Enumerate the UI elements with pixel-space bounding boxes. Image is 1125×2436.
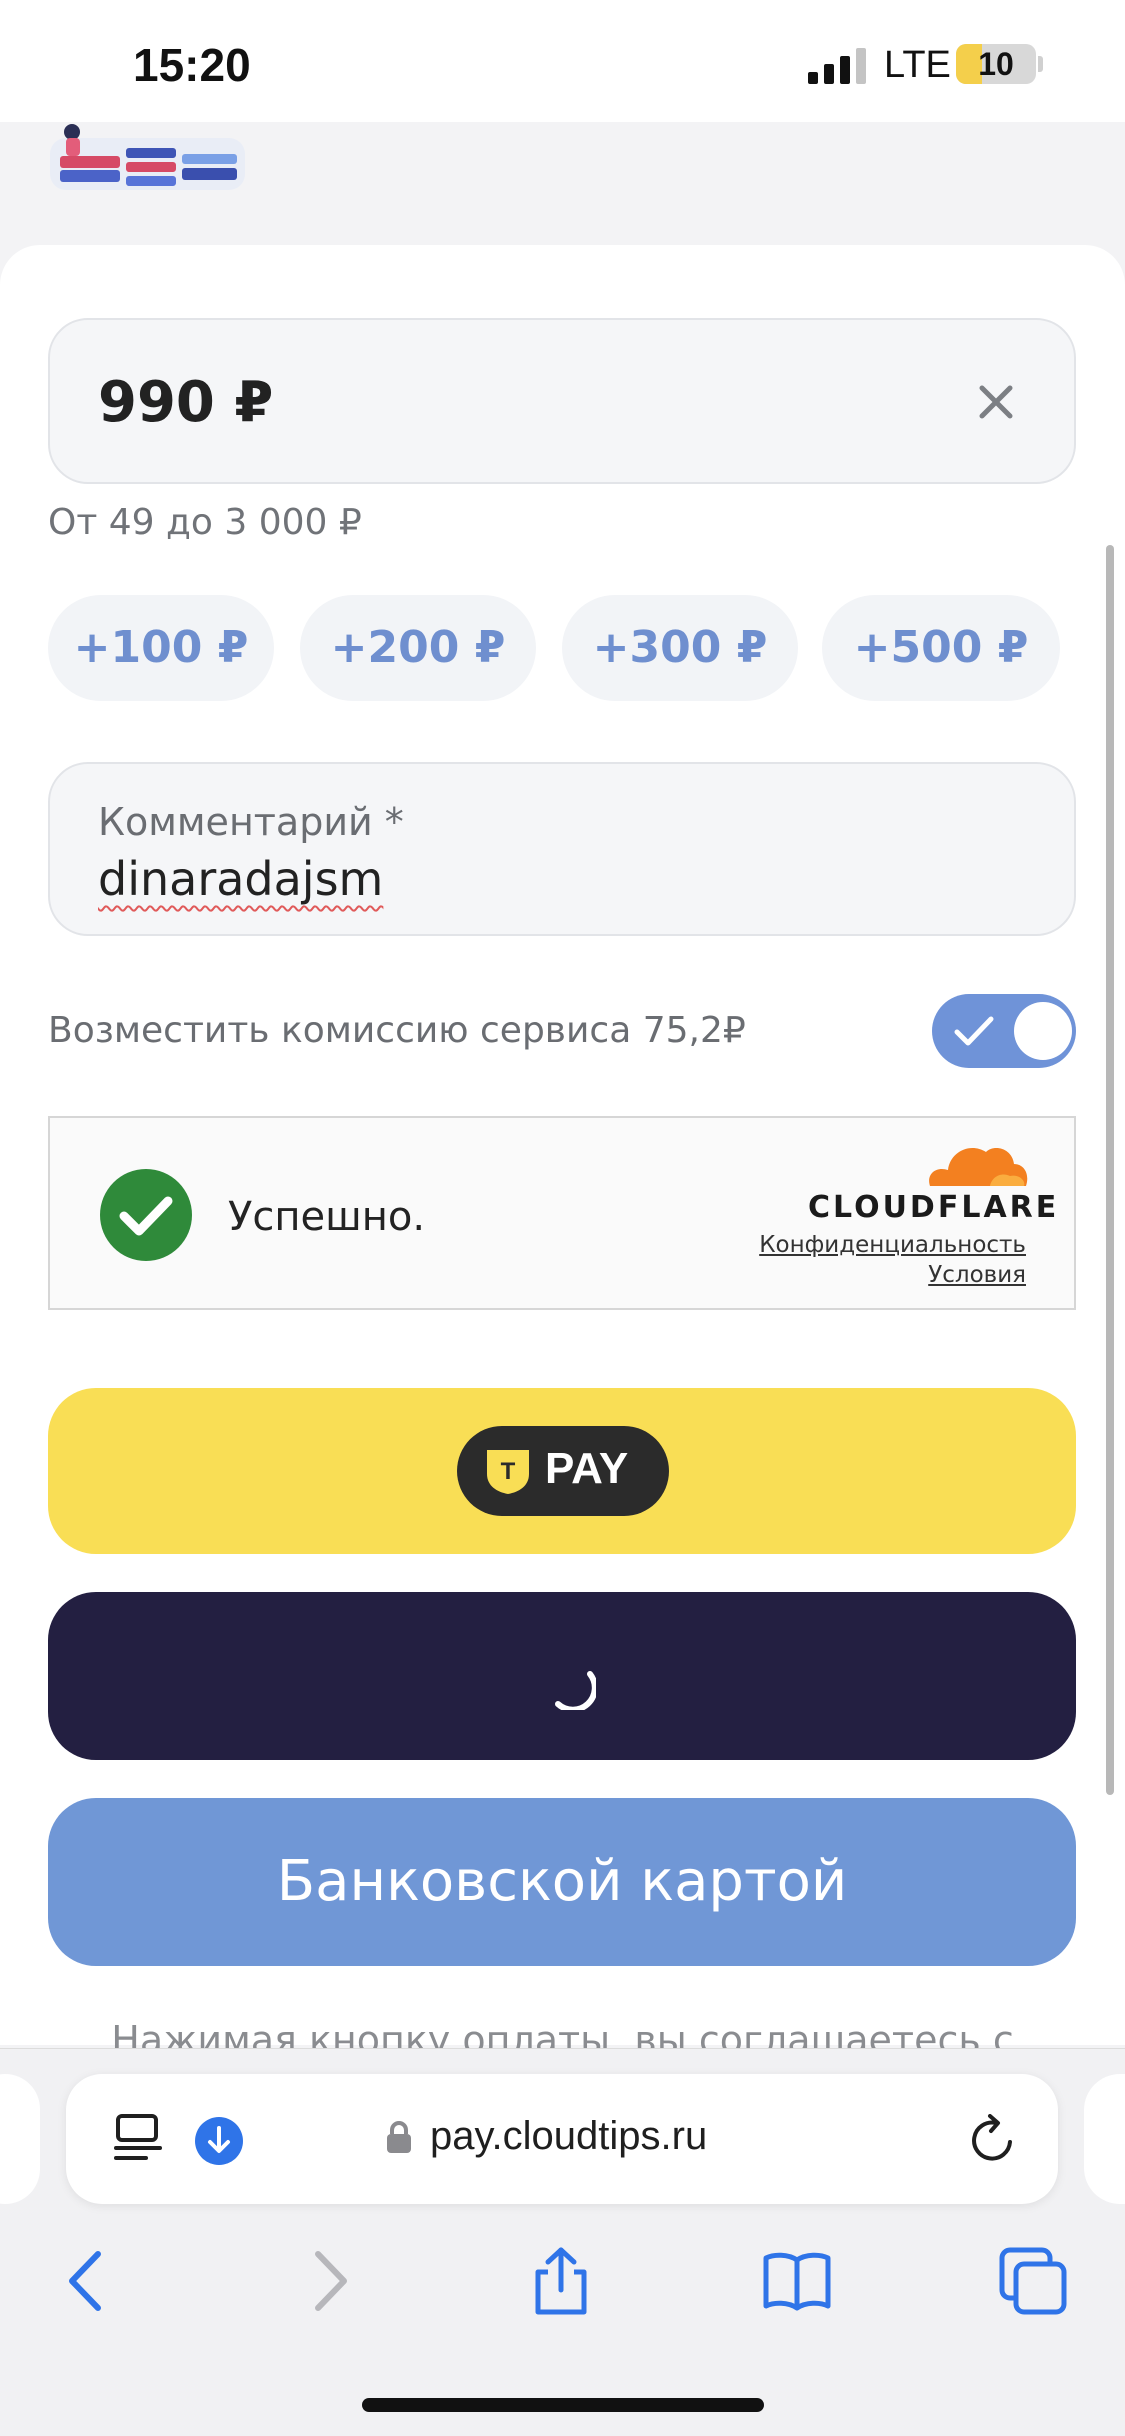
signal-icon [808,48,866,84]
battery-cap [1038,56,1043,72]
tbank-shield-icon: T [487,1450,529,1494]
amount-value: 990 ₽ [98,370,274,435]
comment-input[interactable]: Комментарий * dinaradajsm [48,762,1076,936]
header-illustration [50,124,245,190]
tpay-button[interactable]: T PAY [48,1388,1076,1554]
toggle-knob [1014,1002,1072,1060]
captcha-widget: Успешно. CLOUDFLARE Конфиденциальность У… [48,1116,1076,1310]
reload-icon[interactable] [966,2114,1018,2166]
terms-link[interactable]: Условия [928,1262,1026,1288]
status-time: 15:20 [133,39,251,91]
battery-icon: 10 [956,44,1036,84]
status-bar: 15:20 LTE 10 [0,0,1125,122]
loading-spinner-icon [555,1671,596,1710]
privacy-link[interactable]: Конфиденциальность [759,1232,1026,1258]
scrollbar[interactable] [1106,545,1114,1795]
tabs-icon[interactable] [998,2246,1068,2316]
home-indicator [362,2398,764,2412]
lock-icon [387,2121,411,2153]
previous-tab-pill[interactable] [0,2074,40,2204]
next-tab-pill[interactable] [1084,2074,1125,2204]
sbp-pay-button[interactable] [48,1592,1076,1760]
book-icon[interactable] [762,2246,832,2316]
close-icon[interactable] [968,374,1024,430]
reader-icon[interactable] [114,2114,162,2164]
bank-card-button[interactable]: Банковской картой [48,1798,1076,1966]
quick-amount-100[interactable]: +100 ₽ [48,595,274,701]
share-icon[interactable] [526,2246,596,2316]
success-check-icon [100,1169,192,1261]
comment-value: dinaradajsm [98,852,384,906]
download-icon[interactable] [194,2116,244,2166]
quick-amount-500[interactable]: +500 ₽ [822,595,1060,701]
fee-toggle[interactable] [932,994,1076,1068]
fee-label: Возместить комиссию сервиса 75,2₽ [48,1010,746,1051]
cloudflare-logo-icon [929,1148,1028,1186]
network-type: LTE [884,44,951,86]
checkmark-icon [954,1016,994,1046]
svg-text:T: T [501,1458,516,1485]
captcha-status: Успешно. [228,1194,426,1240]
tpay-badge: T PAY [457,1426,669,1516]
chevron-right-icon[interactable] [294,2246,364,2316]
battery-level: 10 [978,46,1014,82]
comment-label: Комментарий * [98,800,404,844]
cloudflare-wordmark: CLOUDFLARE [808,1190,1060,1225]
quick-amount-200[interactable]: +200 ₽ [300,595,536,701]
amount-hint: От 49 до 3 000 ₽ [48,502,362,543]
amount-input[interactable]: 990 ₽ [48,318,1076,484]
address-bar[interactable]: pay.cloudtips.ru [66,2074,1058,2204]
quick-amount-300[interactable]: +300 ₽ [562,595,798,701]
url-text: pay.cloudtips.ru [430,2114,708,2158]
tpay-label: PAY [545,1444,629,1493]
chevron-left-icon[interactable] [52,2246,122,2316]
